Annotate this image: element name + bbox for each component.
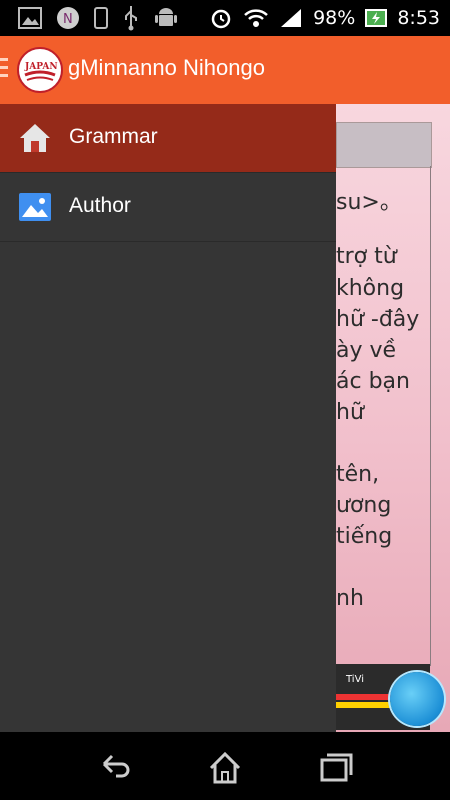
system-nav-bar — [0, 732, 450, 800]
grammar-content: su>。 trợ từ không hữ -đây ày về ác bạn h… — [336, 104, 450, 732]
drawer-item-grammar[interactable]: Grammar — [0, 104, 336, 173]
clock: 8:53 — [397, 7, 440, 29]
content-line: nh — [336, 586, 364, 611]
logo-text: JAPAN — [24, 62, 58, 72]
alarm-icon — [211, 9, 231, 29]
android-icon — [155, 8, 177, 26]
navigation-drawer: Grammar Author — [0, 104, 336, 732]
drawer-item-author[interactable]: Author — [0, 173, 336, 242]
content-line: không — [336, 276, 405, 301]
drawer-item-label: Author — [69, 194, 131, 217]
content-line: tiếng — [336, 524, 393, 549]
battery-percent: 98% — [313, 7, 356, 29]
home-nav-icon[interactable] — [207, 750, 243, 786]
phone-icon — [94, 7, 108, 29]
drawer-item-label: Grammar — [69, 125, 158, 148]
content-line: trợ từ — [336, 244, 397, 269]
image-icon — [19, 193, 51, 221]
content-header-box — [336, 122, 432, 168]
ad-text: TiVi — [346, 674, 364, 685]
svg-text:N: N — [63, 12, 73, 27]
recents-icon[interactable] — [318, 750, 354, 786]
content-line: ương — [336, 493, 392, 518]
content-divider — [430, 166, 431, 666]
drawer-toggle-icon[interactable] — [0, 58, 8, 82]
app-bar: JAPAN gMinnanno Nihongo — [0, 36, 450, 104]
usb-icon — [125, 6, 137, 31]
status-left-icons: N — [0, 5, 178, 31]
content-line: ác bạn — [336, 369, 410, 394]
floating-action-button[interactable] — [390, 672, 444, 726]
status-right: 98% 8:53 — [209, 0, 440, 36]
status-bar: N 98% 8:53 — [0, 0, 450, 36]
app-title: gMinnanno Nihongo — [68, 55, 265, 80]
app-logo: JAPAN — [17, 47, 63, 93]
battery-icon — [365, 9, 388, 27]
content-line: hữ — [336, 400, 364, 425]
content-line: ày về — [336, 338, 397, 363]
wifi-icon — [244, 9, 268, 27]
picture-icon — [18, 7, 42, 29]
content-line: hữ -đây — [336, 307, 420, 332]
home-icon — [20, 124, 50, 152]
signal-icon — [281, 9, 302, 27]
content-line: su>。 — [336, 190, 402, 215]
notification-n-icon: N — [57, 7, 79, 29]
content-line: tên, — [336, 462, 380, 487]
back-icon[interactable] — [96, 750, 132, 786]
